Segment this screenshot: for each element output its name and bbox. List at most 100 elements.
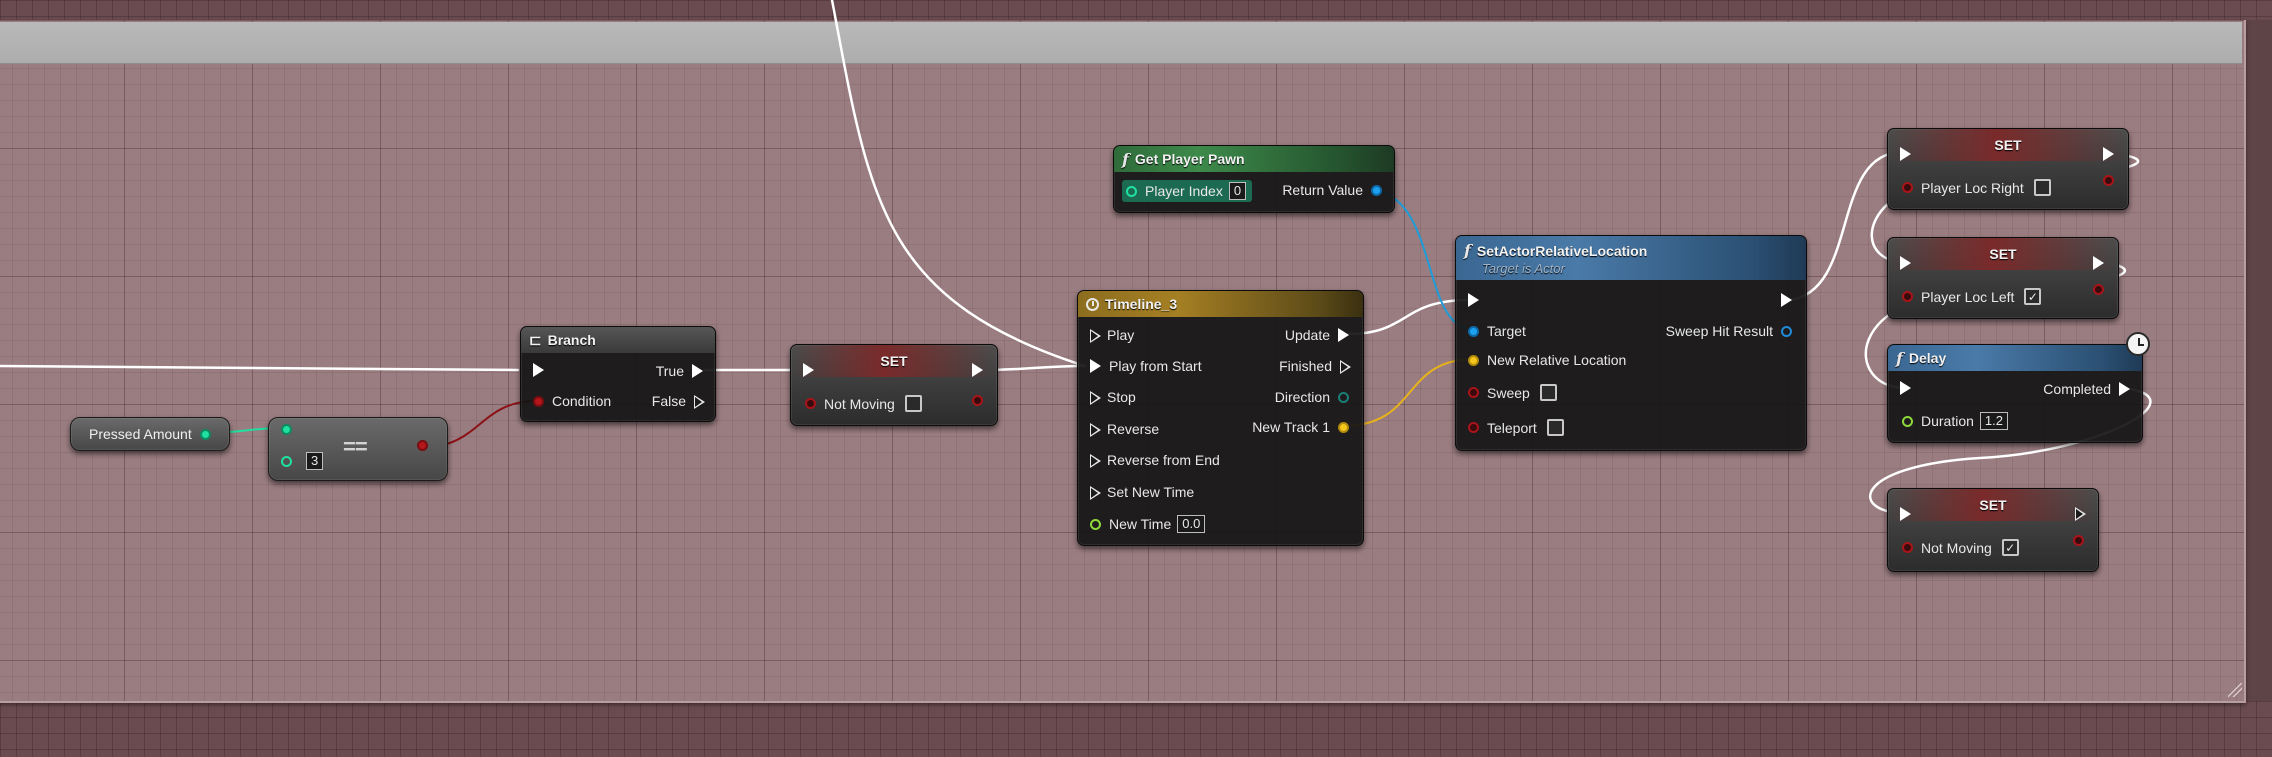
timeline-play-pin[interactable]	[1090, 329, 1101, 343]
set-player-loc-right-node[interactable]: SET Player Loc Right	[1887, 128, 2129, 210]
timeline-set-new-time-pin[interactable]	[1090, 486, 1101, 500]
set-not-moving-2-checkbox[interactable]: ✓	[2001, 539, 2019, 556]
set-not-moving-2-exec-out-pin[interactable]	[2075, 507, 2086, 521]
set-player-loc-right-value-pin[interactable]	[1902, 182, 1913, 193]
timeline-input-reverse-from-end: Reverse from End	[1107, 452, 1220, 468]
branch-icon: ⊏	[529, 332, 542, 349]
delay-completed-pin[interactable]	[2119, 382, 2130, 396]
function-icon: f	[1896, 348, 1903, 368]
set-player-loc-left-header: SET	[1888, 238, 2118, 270]
delay-duration-pin[interactable]	[1902, 415, 1913, 427]
set-actor-exec-out-pin[interactable]	[1781, 293, 1792, 307]
set-actor-relative-location-node[interactable]: f SetActorRelativeLocation Target is Act…	[1455, 235, 1807, 451]
set-not-moving-2-title: SET	[1979, 497, 2007, 513]
timeline-input-reverse: Reverse	[1107, 421, 1160, 437]
branch-exec-in-pin[interactable]	[533, 363, 544, 377]
set-player-loc-left-output-pin[interactable]	[2093, 284, 2104, 295]
timeline-play-from-start-pin[interactable]	[1090, 359, 1101, 373]
set-actor-exec-in-pin[interactable]	[1468, 293, 1479, 307]
player-index-label: Player Index	[1145, 183, 1223, 199]
branch-condition-pin[interactable]	[533, 395, 544, 407]
delay-duration-value[interactable]: 1.2	[1979, 412, 2008, 430]
timeline-new-time-label: New Time	[1109, 516, 1172, 532]
exec-wire-update-to-setactor	[1346, 298, 1472, 336]
equals-input-b-pin[interactable]	[281, 455, 292, 467]
timeline-stop-pin[interactable]	[1090, 391, 1101, 405]
set-not-moving-exec-in-pin[interactable]	[803, 363, 814, 377]
timeline-output-finished: Finished	[1279, 358, 1332, 374]
set-not-moving-variable: Not Moving	[824, 395, 895, 412]
delay-node[interactable]: f Delay Completed Duration 1.2	[1887, 344, 2143, 443]
set-actor-new-relative-location-pin[interactable]	[1468, 354, 1479, 366]
equals-input-a-pin[interactable]	[281, 424, 292, 435]
set-player-loc-left-exec-out-pin[interactable]	[2093, 256, 2104, 270]
set-player-loc-left-exec-in-pin[interactable]	[1900, 256, 1911, 270]
timeline-direction-pin[interactable]	[1338, 391, 1349, 403]
set-player-loc-right-output-pin[interactable]	[2103, 175, 2114, 186]
set-player-loc-left-value-pin[interactable]	[1902, 291, 1913, 302]
timeline-input-play: Play	[1107, 327, 1135, 343]
timeline-reverse-pin[interactable]	[1090, 423, 1101, 437]
timeline-header: Timeline_3	[1078, 291, 1363, 317]
set-not-moving-2-variable: Not Moving	[1921, 539, 1992, 556]
set-not-moving-2-header: SET	[1888, 489, 2098, 521]
return-value-label: Return Value	[1282, 182, 1363, 198]
branch-node[interactable]: ⊏ Branch True Condition False	[520, 326, 716, 422]
set-player-loc-left-variable: Player Loc Left	[1921, 288, 2015, 305]
return-value-pin[interactable]	[1371, 184, 1382, 196]
delay-exec-in-pin[interactable]	[1900, 381, 1911, 395]
timeline-new-time-value[interactable]: 0.0	[1177, 515, 1206, 533]
set-actor-sweep-pin[interactable]	[1468, 387, 1479, 398]
get-player-pawn-node[interactable]: f Get Player Pawn Player Index 0 Return …	[1113, 145, 1395, 213]
set-player-loc-right-checkbox[interactable]	[2033, 179, 2051, 196]
timeline-title: Timeline_3	[1105, 296, 1178, 312]
timeline-input-set-new-time: Set New Time	[1107, 484, 1195, 500]
set-actor-target-pin[interactable]	[1468, 325, 1479, 337]
set-not-moving-title: SET	[880, 353, 908, 369]
set-not-moving-output-pin[interactable]	[972, 395, 983, 406]
timeline-update-pin[interactable]	[1338, 328, 1349, 342]
timeline-reverse-from-end-pin[interactable]	[1090, 454, 1101, 468]
branch-true-label: True	[655, 363, 684, 379]
equals-node[interactable]: 3 ==	[268, 417, 448, 481]
timeline-finished-pin[interactable]	[1340, 360, 1351, 374]
set-actor-teleport-label: Teleport	[1487, 419, 1537, 436]
get-player-pawn-title: Get Player Pawn	[1134, 151, 1245, 167]
set-player-loc-right-exec-in-pin[interactable]	[1900, 147, 1911, 161]
equals-output-pin[interactable]	[417, 440, 428, 451]
set-player-loc-left-checkbox[interactable]: ✓	[2024, 288, 2042, 305]
blueprint-graph-canvas[interactable]: Pressed Amount 3 == ⊏ Branch True Condit…	[0, 0, 2272, 757]
set-player-loc-left-title: SET	[1989, 246, 2017, 262]
set-not-moving-2-node[interactable]: SET Not Moving ✓	[1887, 488, 2099, 572]
set-actor-sweep-checkbox[interactable]	[1539, 384, 1557, 401]
timeline-input-stop: Stop	[1107, 389, 1136, 405]
branch-false-pin[interactable]	[694, 395, 705, 409]
set-not-moving-2-output-pin[interactable]	[2073, 535, 2084, 546]
timeline-node[interactable]: Timeline_3 Play Play from Start Stop Rev…	[1077, 290, 1364, 546]
set-actor-new-relative-location-label: New Relative Location	[1487, 352, 1627, 368]
timeline-new-track-pin[interactable]	[1338, 421, 1349, 433]
player-index-value[interactable]: 0	[1228, 182, 1247, 200]
set-not-moving-2-exec-in-pin[interactable]	[1900, 507, 1911, 521]
set-player-loc-left-node[interactable]: SET Player Loc Left ✓	[1887, 237, 2119, 319]
branch-condition-label: Condition	[552, 393, 612, 409]
exec-wire-top-to-timeline	[830, 0, 1087, 368]
set-not-moving-checkbox[interactable]	[904, 395, 922, 412]
player-index-pin[interactable]	[1126, 185, 1137, 197]
set-not-moving-2-value-pin[interactable]	[1902, 542, 1913, 553]
equals-input-b-value[interactable]: 3	[306, 452, 324, 470]
set-not-moving-node[interactable]: SET Not Moving	[790, 344, 998, 426]
pressed-amount-getter-node[interactable]: Pressed Amount	[70, 417, 230, 451]
set-actor-target-label: Target	[1487, 323, 1526, 339]
branch-true-pin[interactable]	[692, 364, 703, 378]
set-actor-teleport-pin[interactable]	[1468, 422, 1479, 433]
set-not-moving-value-pin[interactable]	[805, 398, 816, 409]
set-player-loc-right-exec-out-pin[interactable]	[2103, 147, 2114, 161]
function-icon: f	[1122, 149, 1129, 169]
set-not-moving-exec-out-pin[interactable]	[972, 363, 983, 377]
set-actor-sweep-hit-result-pin[interactable]	[1781, 325, 1792, 337]
timeline-new-time-pin[interactable]	[1090, 518, 1101, 530]
set-actor-teleport-checkbox[interactable]	[1546, 419, 1564, 436]
pressed-amount-output-pin[interactable]	[199, 428, 211, 440]
set-actor-sweep-label: Sweep	[1487, 384, 1530, 401]
